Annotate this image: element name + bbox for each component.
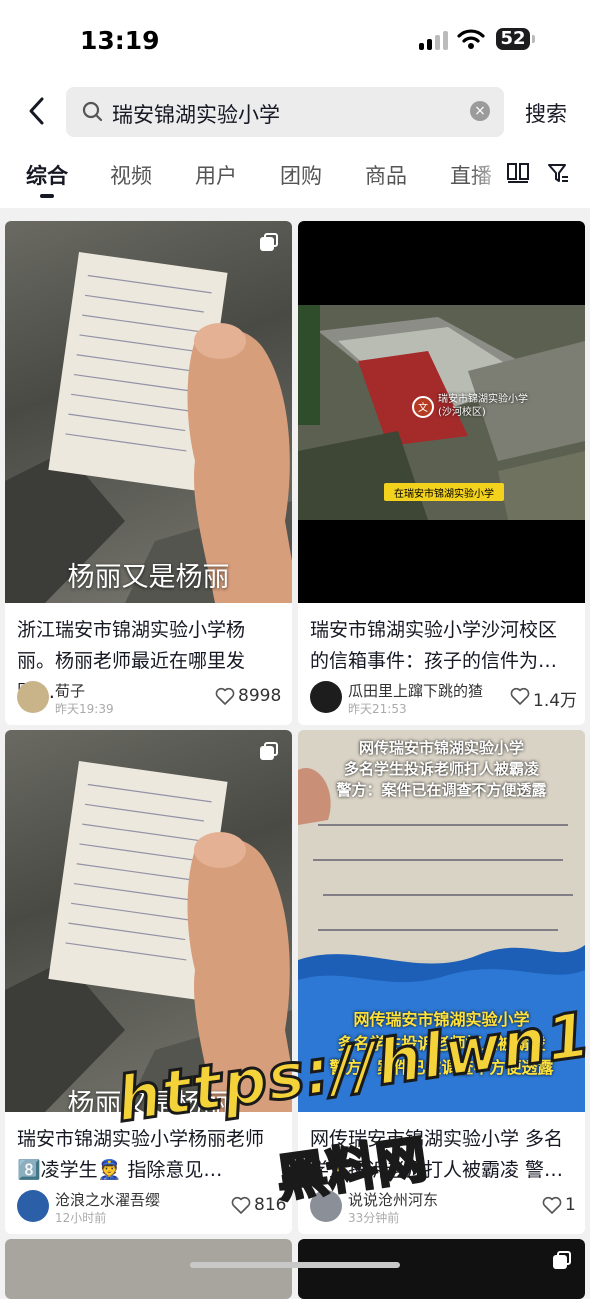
post-time: 昨天21:53 [348,702,407,716]
image-set-icon [553,1251,571,1269]
active-tab-indicator [40,194,54,198]
image-set-icon [260,742,278,760]
like-count: 8998 [238,686,282,706]
avatar[interactable] [17,681,49,713]
card-thumbnail: 杨丽又是杨丽 [5,221,292,603]
home-indicator[interactable] [190,1262,400,1268]
filter-icon[interactable] [546,161,570,185]
tab-video[interactable]: 视频 [110,160,152,190]
battery-icon: 52 [496,28,535,50]
cellular-signal-icon [419,30,451,50]
heart-icon[interactable] [542,1196,562,1214]
back-arrow-icon[interactable] [22,94,54,128]
avatar[interactable] [310,681,342,713]
result-card[interactable] [5,1239,292,1299]
result-card[interactable]: 文 瑞安市锦湖实验小学(沙河校区) 在瑞安市锦湖实验小学 瑞安市锦湖实验小学沙河… [298,221,585,725]
result-card[interactable]: 杨丽又是杨丽 瑞安市锦湖实验小学杨丽老师8️⃣凌学生👮 指除意见… 沧浪之水濯吾… [5,730,292,1234]
tab-users[interactable]: 用户 [195,160,237,190]
status-bar: 13:19 52 [0,0,590,80]
result-card[interactable]: 杨丽又是杨丽 浙江瑞安市锦湖实验小学杨丽。杨丽老师最近在哪里发财… 荀子 昨天1… [5,221,292,725]
status-time: 13:19 [80,26,160,55]
svg-text:文: 文 [418,401,428,414]
tabs-fade [470,154,508,194]
image-set-icon [260,233,278,251]
headline-line: 警方：案件已在调查不方便透露 [336,781,547,799]
heart-icon[interactable] [231,1196,251,1214]
search-input[interactable]: 瑞安锦湖实验小学 × [66,87,504,137]
tab-products[interactable]: 商品 [365,160,407,190]
card-title: 瑞安市锦湖实验小学沙河校区的信箱事件：孩子的信件为… [310,619,558,672]
wifi-icon [457,29,485,49]
search-header: 瑞安锦湖实验小学 × 搜索 [0,80,590,144]
post-time: 12小时前 [55,1211,107,1225]
headline-line: 网传瑞安市锦湖实验小学 [358,739,524,757]
map-school-label: 瑞安市锦湖实验小学(沙河校区) [438,394,528,418]
double-column-layout-icon[interactable] [506,161,530,185]
like-count: 1.4万 [533,691,578,711]
search-tabs: 综合 视频 用户 团购 商品 直播 [0,144,590,208]
tab-comprehensive[interactable]: 综合 [26,160,68,190]
post-time: 33分钟前 [348,1211,400,1225]
heart-icon[interactable] [510,687,530,705]
clear-search-icon[interactable]: × [470,101,490,121]
like-count: 1 [565,1195,576,1215]
search-query-text: 瑞安锦湖实验小学 [112,103,280,127]
card-thumbnail: 文 瑞安市锦湖实验小学(沙河校区) 在瑞安市锦湖实验小学 [298,221,585,603]
headline-line: 多名学生投诉老师打人被霸凌 [343,760,539,778]
map-banner-label: 在瑞安市锦湖实验小学 [394,489,494,500]
heart-icon[interactable] [215,687,235,705]
results-feed: 杨丽又是杨丽 浙江瑞安市锦湖实验小学杨丽。杨丽老师最近在哪里发财… 荀子 昨天1… [0,208,590,1299]
author-name[interactable]: 沧浪之水濯吾缨 [55,1189,160,1210]
avatar[interactable] [17,1190,49,1222]
thumbnail-headline-top: 网传瑞安市锦湖实验小学 多名学生投诉老师打人被霸凌 警方：案件已在调查不方便透露 [298,738,585,801]
post-time: 昨天19:39 [55,702,114,716]
card-title: 瑞安市锦湖实验小学杨丽老师8️⃣凌学生👮 指除意见… [17,1128,265,1181]
search-button[interactable]: 搜索 [525,98,567,128]
thumbnail-caption: 杨丽又是杨丽 [67,562,230,593]
note-photo-illustration [5,252,292,603]
tab-group-buy[interactable]: 团购 [280,160,322,190]
search-icon [82,101,103,122]
author-name[interactable]: 荀子 [55,680,85,701]
result-card[interactable] [298,1239,585,1299]
author-name[interactable]: 瓜田里上蹿下跳的猹 [348,680,483,701]
